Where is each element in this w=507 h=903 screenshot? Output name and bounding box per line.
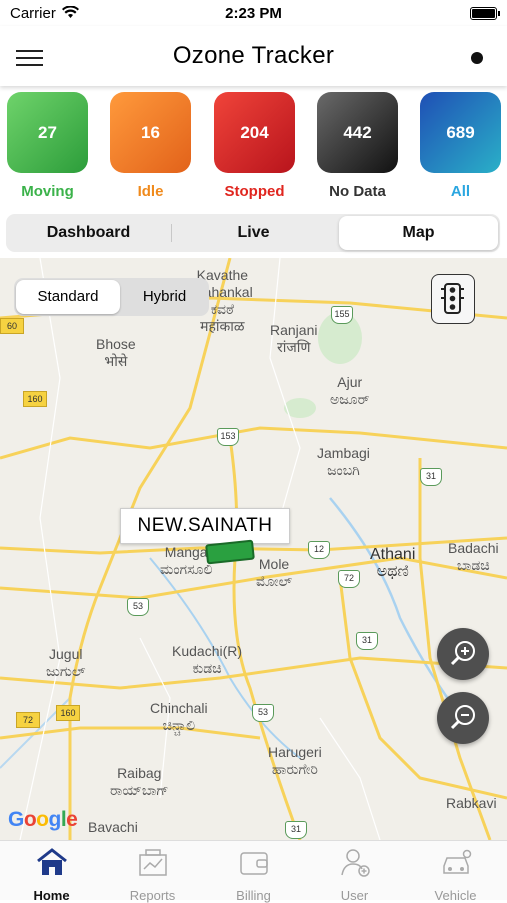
map-type-standard[interactable]: Standard (16, 280, 120, 314)
tile-all[interactable]: 689 All (420, 92, 501, 200)
moving-label: Moving (21, 183, 74, 200)
map-type-hybrid[interactable]: Hybrid (122, 280, 207, 314)
state-highway-shield: 160 (23, 391, 47, 407)
stopped-count: 204 (214, 92, 295, 173)
place-ajur: Ajur ಅಜೂರ್ (330, 374, 370, 407)
bug-icon[interactable] (471, 52, 483, 64)
tab-user[interactable]: User (304, 847, 405, 903)
tab-user-label: User (340, 888, 369, 903)
tab-vehicle-label: Vehicle (434, 888, 477, 903)
place-bavachi: Bavachi (88, 819, 138, 835)
place-mangasuli: Manga ಮಂಗಸೂಲಿ (160, 544, 213, 577)
place-mole: Mole ಮೋಲ್ (256, 556, 293, 589)
tab-reports[interactable]: Reports (102, 847, 203, 903)
highway-shield: 53 (252, 704, 274, 722)
place-bhose: Bhose भोसे (96, 336, 136, 369)
highway-shield: 53 (127, 598, 149, 616)
traffic-light-icon (441, 283, 464, 314)
user-icon (340, 849, 370, 877)
place-harugeri: Harugeri ಹಾರುಗೇರಿ (268, 744, 322, 777)
view-segmented-control: Dashboard Live Map (6, 214, 500, 252)
tile-moving[interactable]: 27 Moving (7, 92, 88, 200)
state-highway-shield: 60 (0, 318, 24, 334)
highway-shield: 153 (217, 428, 239, 446)
zoom-out-button[interactable] (437, 692, 489, 744)
app-title: Ozone Tracker (172, 42, 335, 69)
tab-live[interactable]: Live (172, 216, 335, 250)
highway-shield: 155 (331, 306, 353, 324)
tab-home[interactable]: Home (1, 847, 102, 903)
tab-reports-label: Reports (129, 888, 176, 903)
car-icon (442, 849, 471, 874)
place-kudachi: Kudachi(R) ಕುಡಚಿ (172, 643, 243, 676)
traffic-toggle-button[interactable] (431, 274, 475, 324)
place-athani: Athani ಅಥಣಿ (370, 546, 416, 580)
stopped-label: Stopped (224, 183, 285, 200)
reports-icon (138, 849, 167, 876)
highway-shield: 72 (338, 570, 360, 588)
no-data-count: 442 (317, 92, 398, 173)
home-icon (36, 848, 67, 875)
place-chinchali: Chinchali ಚಿನ್ಚಾಲಿ (150, 700, 208, 733)
tab-map[interactable]: Map (339, 216, 498, 250)
zoom-in-icon (450, 641, 475, 666)
highway-shield: 31 (420, 468, 442, 486)
wallet-icon (239, 852, 268, 875)
tab-vehicle[interactable]: Vehicle (405, 847, 506, 903)
idle-count: 16 (110, 92, 191, 173)
tile-no-data[interactable]: 442 No Data (317, 92, 398, 200)
zoom-out-icon (450, 705, 475, 730)
bottom-tab-bar: Home Reports Billing User Vehicle (0, 840, 507, 903)
highway-shield: 31 (356, 632, 378, 650)
map-type-toggle: Standard Hybrid (14, 278, 209, 316)
tab-billing-label: Billing (236, 888, 271, 903)
map-view[interactable]: Kavathe Mahankal ಕವಠೆ महांकाळ Ranjani रांजणि… (0, 258, 507, 840)
all-label: All (450, 183, 471, 200)
highway-shield: 12 (308, 541, 330, 559)
idle-label: Idle (137, 183, 164, 200)
vehicle-callout[interactable]: NEW.SAINATH (120, 508, 290, 544)
tab-billing[interactable]: Billing (203, 847, 304, 903)
moving-count: 27 (7, 92, 88, 173)
place-rabkavi: Rabkavi (446, 795, 497, 811)
tile-stopped[interactable]: 204 Stopped (214, 92, 295, 200)
place-raibag: Raibag ರಾಯ್‌ಬಾಗ್ (110, 765, 169, 798)
clock: 2:23 PM (225, 5, 282, 22)
place-badachi: Badachi ಬಾಡಚಿ (448, 540, 499, 573)
google-logo: Google (8, 808, 78, 831)
state-highway-shield: 160 (56, 705, 80, 721)
tab-dashboard[interactable]: Dashboard (6, 216, 171, 250)
all-count: 689 (420, 92, 501, 173)
battery-icon (470, 7, 500, 20)
place-jugul: Jugul ಜುಗುಲ್ (46, 646, 86, 679)
status-bar: Carrier 2:23 PM (0, 0, 507, 26)
tile-idle[interactable]: 16 Idle (110, 92, 191, 200)
state-highway-shield: 72 (16, 712, 40, 728)
no-data-label: No Data (329, 183, 386, 200)
app-header: Ozone Tracker (0, 26, 507, 86)
zoom-in-button[interactable] (437, 628, 489, 680)
place-jambagi: Jambagi ಜಂಬಗಿ (317, 445, 370, 478)
place-ranjani: Ranjani रांजणि (270, 322, 318, 355)
tab-home-label: Home (33, 888, 70, 903)
status-summary: 27 Moving 16 Idle 204 Stopped 442 No Dat… (0, 92, 507, 204)
highway-shield: 31 (285, 821, 307, 839)
